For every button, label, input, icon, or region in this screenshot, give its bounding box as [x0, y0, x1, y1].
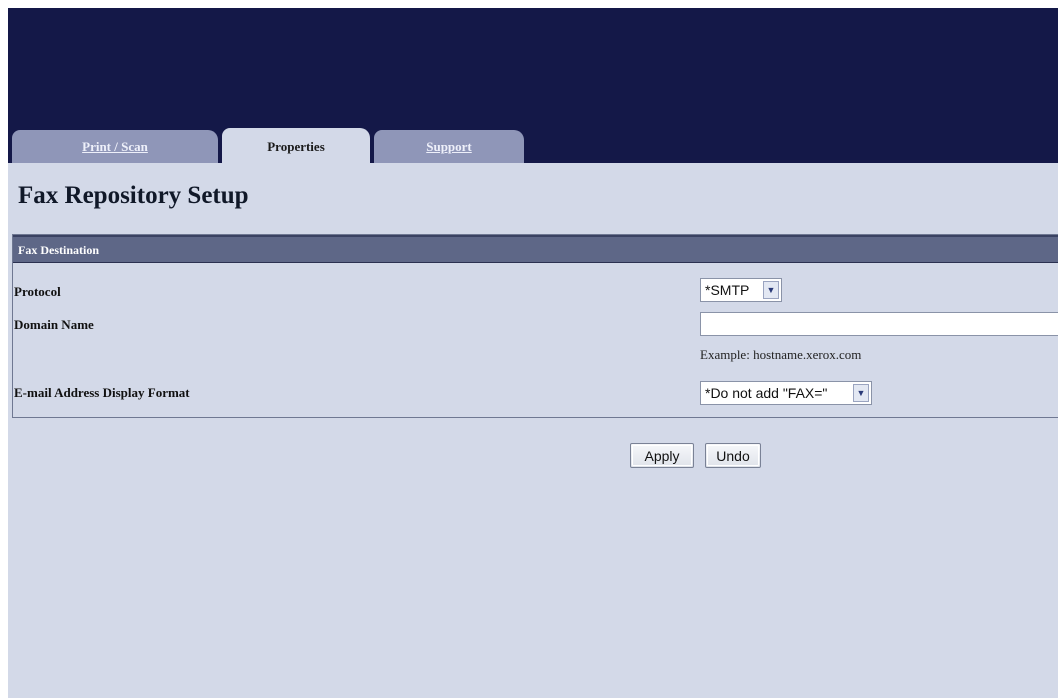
- tab-properties[interactable]: Properties: [222, 128, 370, 165]
- email-format-select[interactable]: *Do not add "FAX=" ▼: [700, 381, 872, 405]
- tab-print-scan[interactable]: Print / Scan: [12, 130, 218, 163]
- undo-button[interactable]: Undo: [705, 443, 761, 468]
- chevron-down-icon[interactable]: ▼: [763, 281, 779, 299]
- tab-support[interactable]: Support: [374, 130, 524, 163]
- email-format-label: E-mail Address Display Format: [14, 385, 190, 400]
- protocol-select[interactable]: *SMTP ▼: [700, 278, 782, 302]
- protocol-select-value: *SMTP: [705, 282, 750, 298]
- chevron-down-icon[interactable]: ▼: [853, 384, 869, 402]
- domain-name-hint: Example: hostname.xerox.com: [700, 347, 862, 362]
- page-background: Print / Scan Properties Support Fax Repo…: [8, 8, 1058, 698]
- apply-button[interactable]: Apply: [630, 443, 694, 468]
- domain-name-label: Domain Name: [14, 317, 94, 332]
- section-header: Fax Destination: [13, 235, 1058, 263]
- domain-name-input[interactable]: [700, 312, 1058, 336]
- email-format-select-value: *Do not add "FAX=": [705, 385, 828, 401]
- page-title: Fax Repository Setup: [18, 182, 249, 209]
- protocol-label: Protocol: [14, 284, 61, 299]
